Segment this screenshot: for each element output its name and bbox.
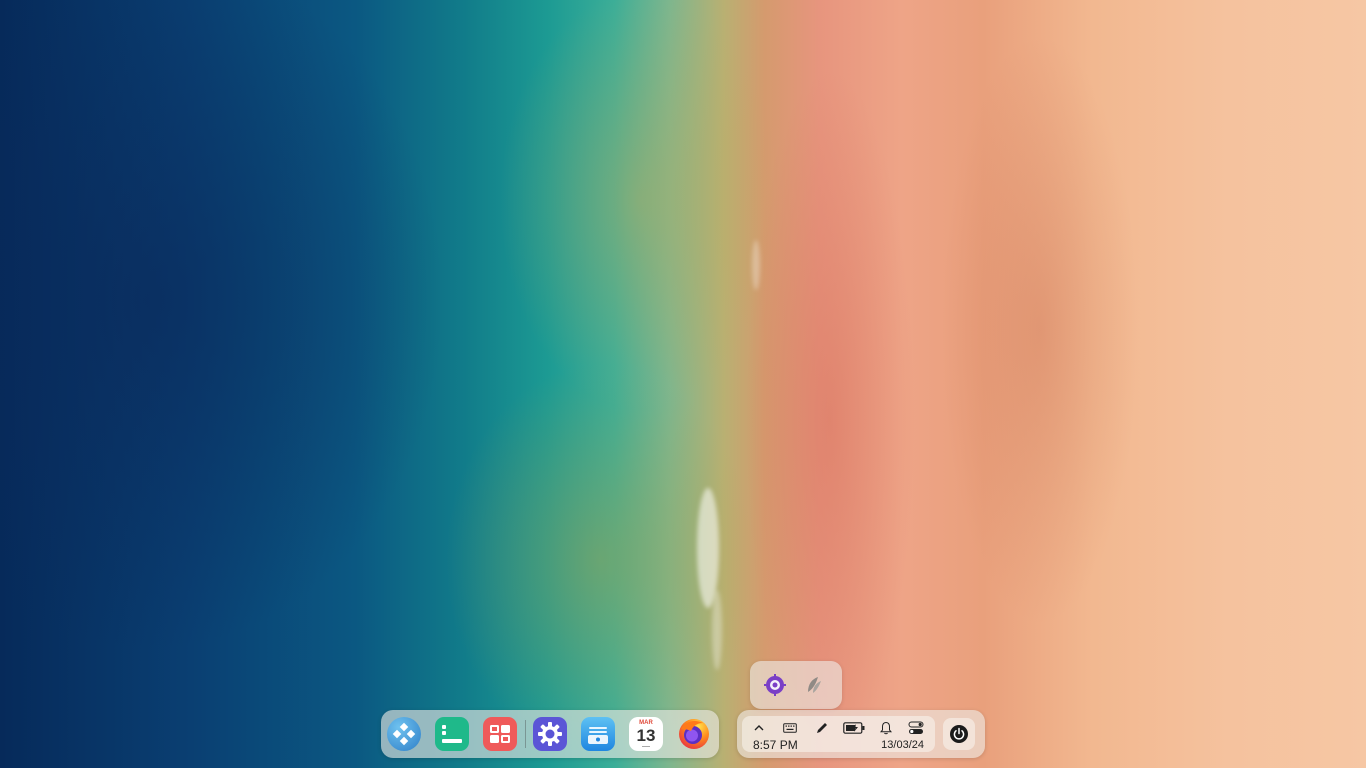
tray-popup-item-purple-gear[interactable] (760, 670, 790, 700)
launcher-icon (392, 722, 416, 746)
bell-icon (880, 721, 892, 735)
dock-item-launcher[interactable] (387, 717, 421, 751)
dock: MAR 13 (381, 710, 719, 758)
calendar-icon (642, 746, 650, 747)
dock-item-workspaces[interactable] (483, 717, 517, 751)
keyboard-icon (783, 723, 797, 733)
status-area[interactable]: 8:57 PM 13/03/24 (742, 716, 935, 752)
file-manager-icon (588, 727, 608, 744)
pen-icon (817, 723, 827, 733)
power-button[interactable] (943, 718, 975, 750)
wallpaper-foam (752, 240, 760, 290)
wallpaper-foam (712, 590, 722, 670)
status-panel: 8:57 PM 13/03/24 (737, 710, 985, 758)
battery-icon (843, 722, 865, 734)
tray-notifications-button[interactable] (875, 719, 897, 737)
dock-separator (525, 720, 526, 748)
tray-battery-button[interactable] (841, 719, 867, 737)
workspaces-icon (490, 725, 510, 743)
dock-item-file-manager[interactable] (581, 717, 615, 751)
dock-item-firefox[interactable] (677, 717, 711, 751)
leaf-icon (808, 677, 821, 693)
tray-pen-button[interactable] (811, 719, 833, 737)
tray-popup (750, 661, 842, 709)
calendar-day: 13 (636, 726, 656, 745)
tray-control-center-button[interactable] (905, 719, 927, 737)
purple-gear-icon (764, 674, 786, 696)
settings-gear-icon (538, 722, 562, 746)
tray-popup-item-leaf[interactable] (799, 670, 829, 700)
chevron-up-icon (754, 725, 764, 731)
tray-keyboard-button[interactable] (779, 719, 801, 737)
dock-item-calendar[interactable]: MAR 13 (629, 717, 663, 751)
dock-item-multitasking-view[interactable] (435, 717, 469, 751)
dock-item-settings[interactable] (533, 717, 567, 751)
clock-time: 8:57 PM (753, 738, 798, 752)
firefox-icon (679, 719, 709, 749)
desktop: MAR 13 8:57 PM 13/03/24 (0, 0, 1366, 768)
tray-expand-button[interactable] (748, 719, 770, 737)
toggle-icon (908, 721, 924, 734)
power-icon (950, 725, 968, 743)
clock-date: 13/03/24 (881, 739, 924, 751)
multitasking-view-icon (442, 725, 462, 743)
